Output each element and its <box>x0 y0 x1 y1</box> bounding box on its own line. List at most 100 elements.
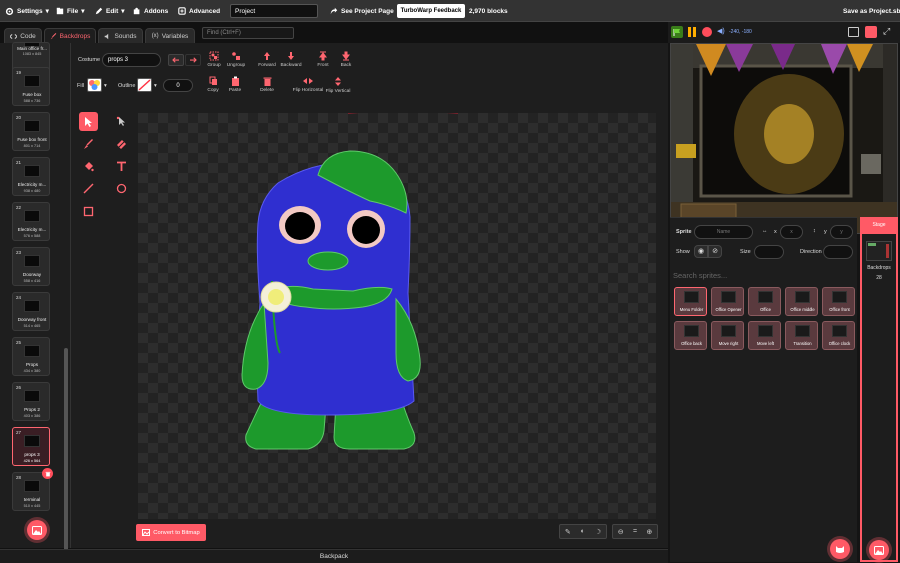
large-stage-button[interactable] <box>865 26 877 38</box>
small-stage-button[interactable] <box>848 27 859 37</box>
sprite-thumbnail <box>721 325 736 337</box>
costume-name-input[interactable]: props 3 <box>102 53 161 67</box>
sprite-thumbnail <box>721 291 736 303</box>
backdrop-size: 801 x 714 <box>23 144 41 148</box>
sprite-tile[interactable]: Transition <box>785 321 818 350</box>
zoom-out-icon[interactable]: ⊖ <box>618 528 624 536</box>
tab-variables[interactable]: (x) Variables <box>145 28 195 43</box>
backdrop-thumbnail[interactable]: 22 Electricity m... 576 x 588 <box>12 202 50 241</box>
undo-icon <box>172 57 179 63</box>
show-hidden-button[interactable]: ⊘ <box>708 245 722 258</box>
paste-label: Paste <box>228 88 242 93</box>
x-input[interactable]: x <box>780 225 803 239</box>
variable-icon: (x) <box>151 33 159 39</box>
find-input[interactable]: Find (Ctrl+F) <box>202 27 294 39</box>
settings-label: Settings <box>17 7 43 15</box>
back-button[interactable]: Back <box>328 51 364 73</box>
backdrop-list-scrollbar[interactable] <box>64 348 68 563</box>
add-backdrop-button[interactable] <box>27 520 47 540</box>
stage-view[interactable] <box>670 43 898 234</box>
flip-vertical-icon <box>335 77 341 86</box>
fill-color-swatch[interactable] <box>87 78 102 92</box>
stage-target-panel[interactable]: Stage Backdrops 28 <box>860 217 898 562</box>
backdrop-thumbnail[interactable]: 19 Fuse box 588 x 736 <box>12 67 50 106</box>
paste-button[interactable]: Paste <box>217 76 253 98</box>
project-title-input[interactable]: Project <box>230 4 318 18</box>
backdrop-thumbnail[interactable]: 23 Doorway 558 x 416 <box>12 247 50 286</box>
sprite-tile[interactable]: Office clock <box>822 321 855 350</box>
undo-button[interactable] <box>168 54 184 66</box>
outline-color-swatch[interactable] <box>137 78 152 92</box>
edit-menu[interactable]: Edit ▾ <box>95 0 125 22</box>
turbowarp-feedback-button[interactable]: TurboWarp Feedback <box>397 4 465 18</box>
fill-tool[interactable] <box>79 157 98 176</box>
direction-input[interactable] <box>823 245 853 259</box>
brush-tool[interactable] <box>79 135 98 154</box>
bitmap-fill-icon[interactable]: ◐ <box>581 528 585 535</box>
sprite-tile[interactable]: Office Opener <box>711 287 744 316</box>
fullscreen-icon[interactable]: ⤢ <box>883 26 890 37</box>
outline-width-input[interactable]: 0 <box>163 79 193 92</box>
volume-icon[interactable]: ◀) <box>717 27 725 35</box>
add-stage-backdrop-button[interactable] <box>869 540 889 560</box>
tab-sounds[interactable]: Sounds <box>98 28 143 43</box>
moon-icon[interactable]: ☽ <box>595 528 601 536</box>
eraser-tool[interactable] <box>112 135 131 154</box>
backdrop-thumbnail[interactable]: 26 Props 2 403 x 386 <box>12 382 50 421</box>
sprite-tile[interactable]: Office front <box>822 287 855 316</box>
circle-tool[interactable] <box>112 179 131 198</box>
delete-button[interactable]: Delete <box>249 76 285 98</box>
backdrop-number: 26 <box>16 385 22 390</box>
rectangle-tool[interactable] <box>79 202 98 221</box>
sprite-name-input[interactable]: Name <box>694 225 753 239</box>
tab-variables-label: Variables <box>161 32 189 40</box>
zoom-in-icon[interactable]: ⊕ <box>646 528 652 536</box>
backdrop-thumbnail[interactable]: 21 Electricity m... 938 x 480 <box>12 157 50 196</box>
paint-bucket-icon <box>85 162 94 172</box>
settings-menu[interactable]: Settings ▾ <box>5 0 49 22</box>
delete-backdrop-button[interactable] <box>42 468 53 479</box>
sprite-tile[interactable]: Office back <box>674 321 707 350</box>
backdrop-thumbnail[interactable]: 24 Doorway front 514 x 465 <box>12 292 50 331</box>
eyedropper-icon[interactable]: ✎ <box>565 528 571 536</box>
tab-backdrops[interactable]: Backdrops <box>44 28 96 43</box>
sprite-tile[interactable]: Move left <box>748 321 781 350</box>
size-input[interactable] <box>754 245 784 259</box>
line-tool[interactable] <box>79 179 98 198</box>
advanced-button[interactable]: Advanced <box>178 0 220 22</box>
sprite-tile[interactable]: Move right <box>711 321 744 350</box>
backdrop-thumbnail[interactable]: 27 props 3 426 x 564 <box>12 427 50 466</box>
convert-to-bitmap-button[interactable]: Convert to Bitmap <box>136 524 206 541</box>
sprite-thumbnail <box>758 291 773 303</box>
y-input[interactable]: y <box>830 225 853 239</box>
backpack-bar[interactable]: Backpack <box>0 549 668 563</box>
add-sprite-button[interactable] <box>830 539 850 559</box>
text-tool[interactable] <box>112 157 131 176</box>
sprite-tile[interactable]: Menu Folder <box>674 287 707 316</box>
addons-button[interactable]: Addons <box>133 0 168 22</box>
backdrop-preview <box>24 435 40 447</box>
stop-button[interactable] <box>702 27 712 37</box>
select-tool[interactable] <box>79 112 98 131</box>
flip-horizontal-label: Flip Horizontal <box>292 88 324 93</box>
save-as-button[interactable]: Save as Project.sb3 <box>843 0 900 22</box>
backward-button[interactable]: Backward <box>273 51 309 73</box>
backdrop-thumbnail[interactable]: 20 Fuse box front 801 x 714 <box>12 112 50 151</box>
reshape-tool[interactable] <box>112 112 131 131</box>
green-flag-button[interactable] <box>671 26 683 38</box>
sprite-tile[interactable]: Office middle <box>785 287 818 316</box>
backdrop-thumbnail[interactable]: 25 Props 434 x 380 <box>12 337 50 376</box>
pause-button[interactable] <box>688 27 697 37</box>
zoom-reset-icon[interactable]: = <box>633 528 637 535</box>
backdrop-name: props 3 <box>24 452 40 457</box>
see-project-page-button[interactable]: See Project Page <box>330 0 394 22</box>
file-menu[interactable]: File ▾ <box>56 0 84 22</box>
mouse-coordinates: -240, -180 <box>729 29 752 35</box>
sprite-tile[interactable]: Office <box>748 287 781 316</box>
tab-code[interactable]: Code <box>4 28 42 43</box>
flip-vertical-button[interactable]: Flip Vertical <box>320 76 356 98</box>
sprite-search-input[interactable]: Search sprites... <box>673 271 853 283</box>
paint-canvas[interactable] <box>138 113 656 519</box>
addons-label: Addons <box>144 7 169 15</box>
show-visible-button[interactable]: ◉ <box>694 245 708 258</box>
